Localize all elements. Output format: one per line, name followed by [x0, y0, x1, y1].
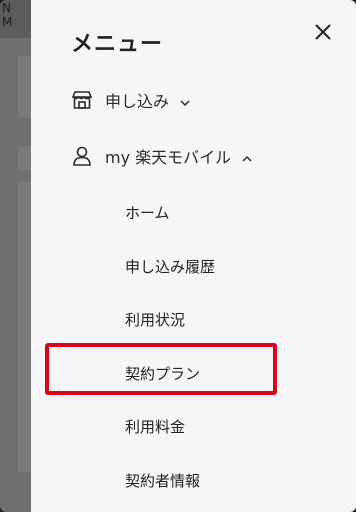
shop-icon [71, 89, 93, 111]
chevron-down-icon [179, 94, 191, 107]
submenu-item-application-history[interactable]: 申し込み履歴 [125, 256, 215, 277]
menu-item-my-rakuten-mobile[interactable]: my 楽天モバイル [71, 142, 253, 170]
close-icon [315, 24, 331, 40]
highlight-annotation-box [45, 343, 277, 395]
menu-item-label: my 楽天モバイル [105, 148, 232, 167]
menu-title: メニュー [71, 32, 164, 57]
close-button[interactable] [311, 20, 335, 44]
side-menu-panel: メニュー 申し込み my 楽天モバイル ホーム 申し込み履歴 利用状況 契約プラ… [31, 0, 356, 512]
header-text-fragment: N [2, 1, 11, 15]
screen: N M メニュー 申し込み my 楽天モバイル ホーム 申し込み履歴 利用状況 … [0, 0, 356, 512]
submenu-item-contractor-info[interactable]: 契約者情報 [125, 470, 200, 491]
submenu-item-usage-status[interactable]: 利用状況 [125, 309, 185, 330]
user-icon [71, 145, 93, 167]
menu-item-apply[interactable]: 申し込み [71, 86, 191, 114]
chevron-up-icon [241, 150, 253, 162]
header-text-fragment: M [2, 15, 13, 29]
submenu-item-usage-fees[interactable]: 利用料金 [125, 416, 185, 437]
menu-item-label: 申し込み [105, 92, 170, 111]
submenu-item-home[interactable]: ホーム [125, 202, 170, 223]
